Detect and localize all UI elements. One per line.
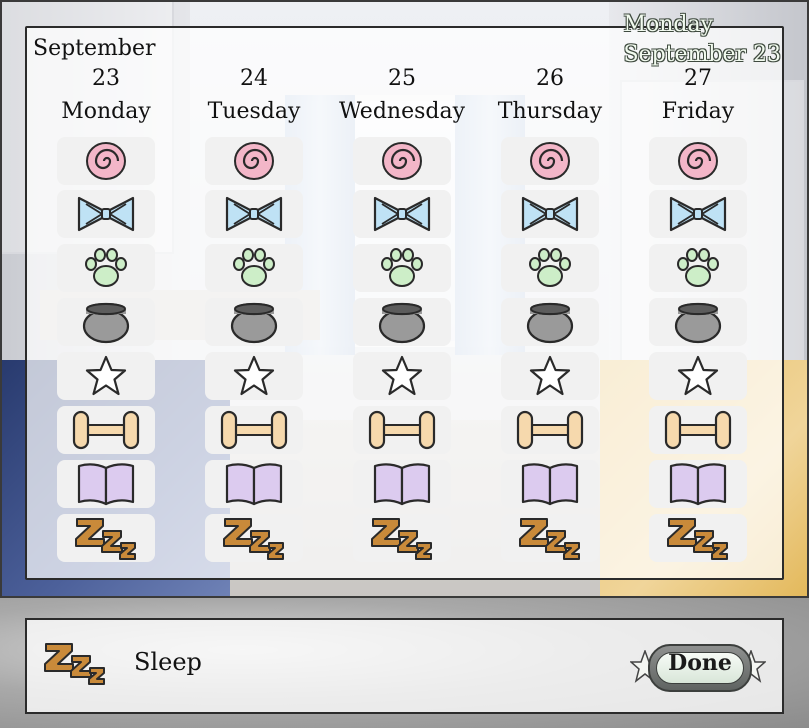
book-icon <box>75 462 137 506</box>
activity-cell[interactable] <box>205 406 303 454</box>
dumbbell-icon <box>663 408 733 452</box>
activity-cell[interactable] <box>205 137 303 185</box>
day-number: 25 <box>388 66 416 91</box>
swirl-icon <box>230 139 278 183</box>
star-icon <box>232 355 276 397</box>
swirl-icon <box>378 139 426 183</box>
bow-icon <box>76 194 136 234</box>
activity-cell[interactable] <box>353 514 451 562</box>
swirl-icon <box>82 139 130 183</box>
bow-icon <box>224 194 284 234</box>
activity-cell[interactable] <box>57 137 155 185</box>
day-number: 27 <box>684 66 712 91</box>
dumbbell-icon <box>367 408 437 452</box>
done-button[interactable]: Done <box>630 640 766 694</box>
activity-cell[interactable] <box>501 352 599 400</box>
activity-cell[interactable] <box>649 137 747 185</box>
star-icon <box>84 355 128 397</box>
activity-cell[interactable] <box>353 460 451 508</box>
day-number: 24 <box>240 66 268 91</box>
activity-cell[interactable] <box>649 352 747 400</box>
sleep-icon <box>42 640 108 688</box>
activity-cell[interactable] <box>501 406 599 454</box>
current-date: Monday September 23 <box>623 10 781 70</box>
activity-cell[interactable] <box>57 460 155 508</box>
book-icon <box>519 462 581 506</box>
day-number: 26 <box>536 66 564 91</box>
activity-cell[interactable] <box>649 406 747 454</box>
bow-icon <box>668 194 728 234</box>
activity-cell[interactable] <box>353 244 451 292</box>
activity-cell[interactable] <box>205 460 303 508</box>
activity-cell[interactable] <box>501 190 599 238</box>
sleep-icon <box>221 515 287 561</box>
activity-cell[interactable] <box>649 244 747 292</box>
paw-icon <box>528 247 572 289</box>
activity-cell[interactable] <box>501 460 599 508</box>
activity-cell[interactable] <box>501 298 599 346</box>
sleep-icon <box>517 515 583 561</box>
activity-cell[interactable] <box>205 514 303 562</box>
activity-cell[interactable] <box>205 352 303 400</box>
activity-cell[interactable] <box>501 137 599 185</box>
cauldron-icon <box>81 300 131 344</box>
day-name: Friday <box>661 99 735 124</box>
star-icon <box>380 355 424 397</box>
day-name: Monday <box>61 99 151 124</box>
activity-cell[interactable] <box>205 244 303 292</box>
activity-cell[interactable] <box>57 406 155 454</box>
current-weekday: Monday <box>623 12 714 37</box>
star-icon <box>528 355 572 397</box>
activity-cell[interactable] <box>57 244 155 292</box>
bow-icon <box>372 194 432 234</box>
cauldron-icon <box>377 300 427 344</box>
day-name: Tuesday <box>207 99 301 124</box>
sleep-icon <box>369 515 435 561</box>
done-button-label: Done <box>668 650 732 676</box>
star-icon <box>676 355 720 397</box>
activity-cell[interactable] <box>57 514 155 562</box>
bow-icon <box>520 194 580 234</box>
cauldron-icon <box>229 300 279 344</box>
activity-cell[interactable] <box>57 190 155 238</box>
activity-cell[interactable] <box>57 352 155 400</box>
activity-cell[interactable] <box>649 298 747 346</box>
cauldron-icon <box>673 300 723 344</box>
activity-cell[interactable] <box>205 298 303 346</box>
activity-cell[interactable] <box>649 190 747 238</box>
day-number: 23 <box>92 66 120 91</box>
paw-icon <box>84 247 128 289</box>
selected-activity-label: Sleep <box>134 648 202 676</box>
activity-cell[interactable] <box>57 298 155 346</box>
dumbbell-icon <box>219 408 289 452</box>
activity-cell[interactable] <box>649 460 747 508</box>
activity-cell[interactable] <box>501 514 599 562</box>
book-icon <box>223 462 285 506</box>
swirl-icon <box>674 139 722 183</box>
month-label: September <box>33 36 156 61</box>
day-name: Thursday <box>497 99 603 124</box>
activity-cell[interactable] <box>205 190 303 238</box>
activity-cell[interactable] <box>353 406 451 454</box>
dumbbell-icon <box>515 408 585 452</box>
swirl-icon <box>526 139 574 183</box>
book-icon <box>371 462 433 506</box>
paw-icon <box>676 247 720 289</box>
dumbbell-icon <box>71 408 141 452</box>
paw-icon <box>380 247 424 289</box>
paw-icon <box>232 247 276 289</box>
activity-cell[interactable] <box>501 244 599 292</box>
activity-cell[interactable] <box>353 298 451 346</box>
book-icon <box>667 462 729 506</box>
cauldron-icon <box>525 300 575 344</box>
sleep-icon <box>73 515 139 561</box>
activity-cell[interactable] <box>353 190 451 238</box>
activity-cell[interactable] <box>353 137 451 185</box>
activity-cell[interactable] <box>649 514 747 562</box>
sleep-icon <box>665 515 731 561</box>
day-name: Wednesday <box>338 99 466 124</box>
activity-cell[interactable] <box>353 352 451 400</box>
